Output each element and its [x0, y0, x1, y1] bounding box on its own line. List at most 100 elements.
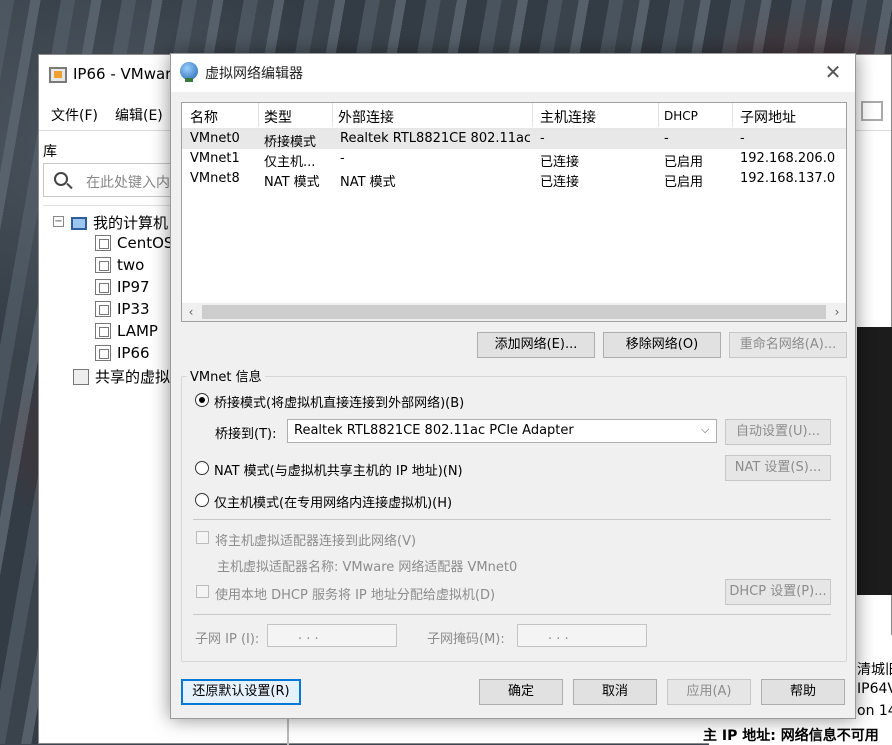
cancel-button[interactable]: 取消: [573, 679, 657, 705]
use-dhcp-label[interactable]: 使用本地 DHCP 服务将 IP 地址分配给虚拟机(D): [215, 584, 495, 603]
network-list-header: 名称 类型 外部连接 主机连接 DHCP 子网地址: [182, 103, 846, 129]
vmware-window-title: IP66 - VMwar: [73, 65, 172, 83]
vm-detail-text: on 14: [857, 703, 892, 719]
tree-item-vm[interactable]: IP33: [95, 300, 150, 318]
vm-detail-text: IP64V: [857, 681, 892, 697]
column-separator[interactable]: [332, 103, 333, 127]
vm-icon: [95, 257, 111, 273]
network-list[interactable]: 名称 类型 外部连接 主机连接 DHCP 子网地址 VMnet0 桥接模式 Re…: [181, 102, 847, 322]
help-button[interactable]: 帮助: [761, 679, 845, 705]
toolbar-view-icon[interactable]: [861, 101, 883, 121]
cell-external: -: [340, 151, 345, 166]
search-placeholder: 在此处键入内: [86, 175, 170, 191]
cell-type: NAT 模式: [264, 175, 320, 190]
tree-item-vm[interactable]: IP97: [95, 278, 150, 296]
vm-icon: [95, 323, 111, 339]
nat-mode-radio[interactable]: [195, 461, 209, 475]
bridge-to-selected-value: Realtek RTL8821CE 802.11ac PCIe Adapter: [294, 423, 574, 438]
tree-item-label: IP66: [117, 344, 150, 362]
network-row-vmnet8[interactable]: VMnet8 NAT 模式 NAT 模式 已连接 已启用 192.168.137…: [182, 169, 846, 190]
column-header-name[interactable]: 名称: [190, 107, 218, 129]
host-adapter-name-text: 主机虚拟适配器名称: VMware 网络适配器 VMnet0: [217, 560, 518, 575]
tree-item-label: LAMP: [117, 322, 158, 340]
virtual-network-editor-dialog: 虚拟网络编辑器 ✕ 名称 类型 外部连接 主机连接 DHCP 子网地址 VMne…: [170, 53, 856, 719]
scrollbar-thumb[interactable]: [202, 305, 826, 319]
menu-file[interactable]: 文件(F): [51, 105, 98, 125]
collapse-icon[interactable]: −: [53, 216, 64, 227]
network-row-vmnet0[interactable]: VMnet0 桥接模式 Realtek RTL8821CE 802.11ac .…: [182, 129, 846, 150]
menu-edit[interactable]: 编辑(E): [115, 105, 163, 125]
tree-item-label: two: [117, 256, 145, 274]
tree-item-vm[interactable]: two: [95, 256, 144, 274]
add-network-button[interactable]: 添加网络(E)...: [477, 332, 595, 358]
subnet-mask-input[interactable]: . . .: [517, 624, 647, 647]
cell-host: 已连接: [540, 155, 580, 170]
host-only-label[interactable]: 仅主机模式(在专用网络内连接虚拟机)(H): [214, 492, 452, 511]
cell-subnet: 192.168.206.0: [740, 151, 836, 166]
vm-detail-text: 清城旧: [857, 662, 892, 678]
tree-item-vm[interactable]: IP66: [95, 344, 150, 362]
bridge-to-select[interactable]: Realtek RTL8821CE 802.11ac PCIe Adapter …: [287, 419, 717, 443]
cell-dhcp: 已启用: [664, 175, 704, 190]
column-separator[interactable]: [532, 103, 533, 127]
vm-icon: [95, 345, 111, 361]
dhcp-settings-button[interactable]: DHCP 设置(P)...: [725, 579, 831, 605]
tree-item-label: CentOS: [117, 234, 174, 252]
cell-host: 已连接: [540, 175, 580, 190]
tree-item-label: 共享的虚拟: [95, 368, 171, 386]
cell-subnet: -: [740, 131, 745, 146]
tree-item-vm[interactable]: CentOS: [95, 234, 173, 252]
dialog-title: 虚拟网络编辑器: [205, 66, 303, 82]
tree-item-label: IP33: [117, 300, 150, 318]
column-header-host[interactable]: 主机连接: [540, 107, 596, 129]
vm-preview-thumbnail: [857, 327, 892, 595]
connect-host-adapter-checkbox[interactable]: [196, 531, 209, 544]
column-header-subnet[interactable]: 子网地址: [740, 107, 796, 129]
vmware-logo-icon: [49, 67, 67, 83]
tree-item-shared-vms[interactable]: 共享的虚拟: [73, 366, 170, 387]
tree-item-vm[interactable]: LAMP: [95, 322, 158, 340]
use-dhcp-checkbox[interactable]: [196, 585, 209, 598]
restore-defaults-button[interactable]: 还原默认设置(R): [181, 679, 301, 705]
close-icon[interactable]: ✕: [821, 60, 845, 84]
nat-mode-label[interactable]: NAT 模式(与虚拟机共享主机的 IP 地址)(N): [214, 460, 463, 479]
column-separator[interactable]: [732, 103, 733, 127]
column-header-type[interactable]: 类型: [264, 107, 292, 129]
subnet-ip-input[interactable]: . . .: [267, 624, 397, 647]
bridged-mode-radio[interactable]: [195, 393, 209, 407]
network-row-vmnet1[interactable]: VMnet1 仅主机... - 已连接 已启用 192.168.206.0: [182, 149, 846, 170]
library-label: 库: [43, 144, 57, 160]
auto-settings-button[interactable]: 自动设置(U)...: [725, 419, 831, 445]
subnet-mask-value: . . .: [548, 628, 569, 643]
tree-item-my-computer[interactable]: 我的计算机: [71, 212, 168, 233]
section-divider: [193, 519, 831, 520]
remove-network-button[interactable]: 移除网络(O): [603, 332, 721, 358]
column-separator[interactable]: [658, 103, 659, 127]
dialog-titlebar[interactable]: 虚拟网络编辑器 ✕: [171, 54, 855, 92]
cell-name: VMnet1: [190, 151, 240, 166]
column-header-external[interactable]: 外部连接: [338, 107, 394, 129]
scroll-right-icon[interactable]: ›: [828, 303, 846, 321]
cell-type: 桥接模式: [264, 135, 317, 150]
bridge-to-label: 桥接到(T):: [215, 427, 277, 442]
ok-button[interactable]: 确定: [479, 679, 563, 705]
cell-name: VMnet8: [190, 171, 240, 186]
bridged-mode-label[interactable]: 桥接模式(将虚拟机直接连接到外部网络)(B): [214, 392, 464, 411]
vmnet-info-label: VMnet 信息: [187, 366, 265, 385]
column-header-dhcp[interactable]: DHCP: [664, 109, 698, 131]
subnet-ip-label: 子网 IP (I):: [195, 632, 260, 647]
cell-dhcp: -: [664, 131, 669, 146]
rename-network-button[interactable]: 重命名网络(A)...: [729, 332, 847, 358]
subnet-ip-value: . . .: [298, 628, 319, 643]
cell-subnet: 192.168.137.0: [740, 171, 836, 186]
chevron-down-icon[interactable]: ⌵: [698, 423, 712, 437]
vm-icon: [95, 301, 111, 317]
host-only-radio[interactable]: [195, 493, 209, 507]
nat-settings-button[interactable]: NAT 设置(S)...: [725, 455, 831, 481]
horizontal-scrollbar[interactable]: ‹ ›: [182, 303, 846, 321]
scroll-left-icon[interactable]: ‹: [182, 303, 200, 321]
apply-button[interactable]: 应用(A): [667, 679, 751, 705]
connect-host-adapter-label[interactable]: 将主机虚拟适配器连接到此网络(V): [215, 530, 416, 549]
column-separator[interactable]: [258, 103, 259, 127]
computer-icon: [71, 217, 87, 230]
